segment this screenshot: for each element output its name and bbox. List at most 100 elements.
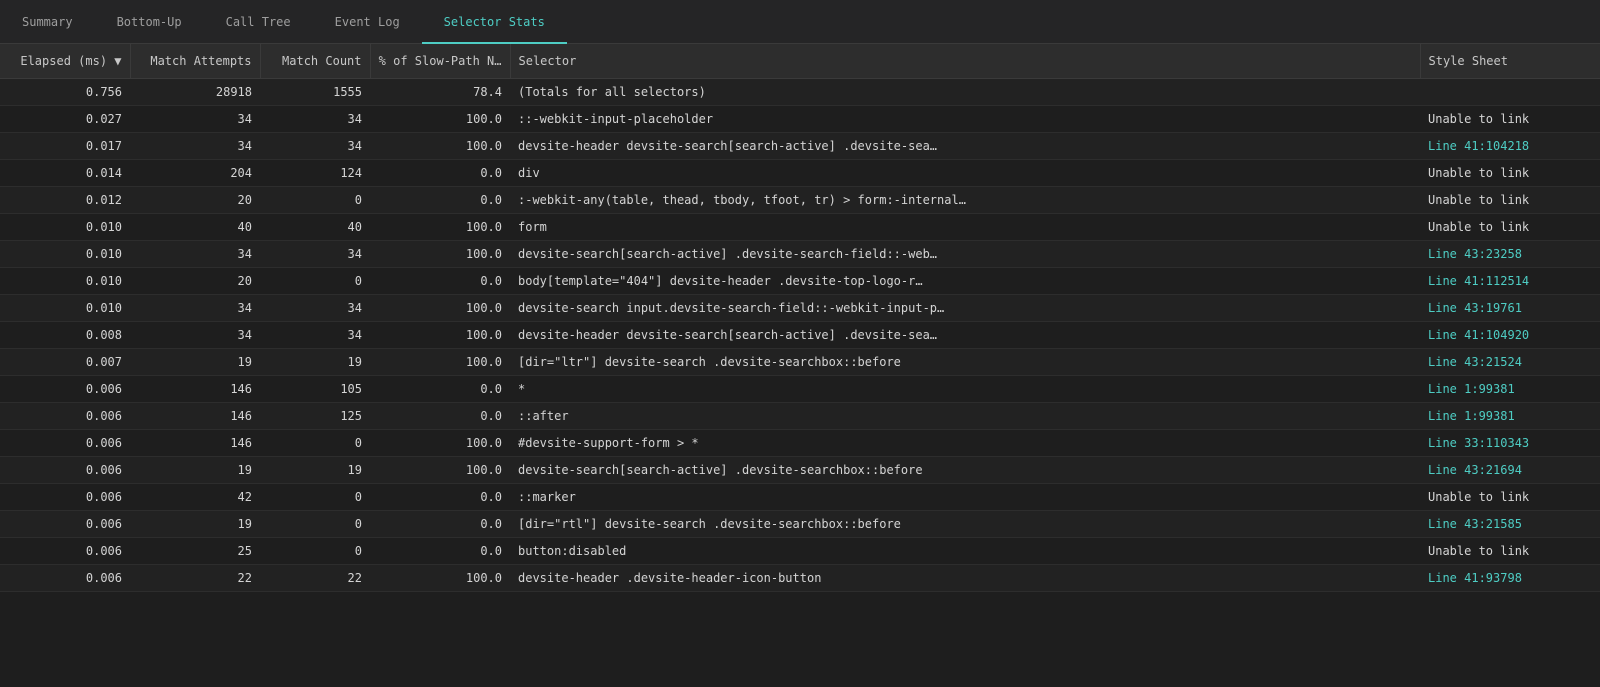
cell-col-slowpath: 100.0 [370,133,510,160]
cell-col-selector: body[template="404"] devsite-header .dev… [510,268,1420,295]
tab-event-log[interactable]: Event Log [313,1,422,44]
cell-col-slowpath: 100.0 [370,430,510,457]
cell-col-count: 0 [260,187,370,214]
tab-bottom-up[interactable]: Bottom-Up [95,1,204,44]
cell-col-attempts: 20 [130,268,260,295]
cell-stylesheet[interactable]: Line 1:99381 [1420,403,1600,430]
table-container: Elapsed (ms) ▼Match AttemptsMatch Count%… [0,44,1600,687]
cell-col-selector: devsite-header devsite-search[search-act… [510,133,1420,160]
table-row: 0.0061900.0[dir="rtl"] devsite-search .d… [0,511,1600,538]
tab-call-tree[interactable]: Call Tree [204,1,313,44]
cell-col-count: 34 [260,133,370,160]
cell-col-slowpath: 100.0 [370,295,510,322]
col-header-stylesheet[interactable]: Style Sheet [1420,44,1600,79]
cell-col-selector: ::after [510,403,1420,430]
cell-stylesheet[interactable]: Line 43:19761 [1420,295,1600,322]
cell-col-selector: ::marker [510,484,1420,511]
cell-stylesheet[interactable]: Line 41:104218 [1420,133,1600,160]
cell-stylesheet: Unable to link [1420,160,1600,187]
cell-col-count: 34 [260,295,370,322]
col-header-count[interactable]: Match Count [260,44,370,79]
cell-col-count: 40 [260,214,370,241]
cell-col-elapsed: 0.006 [0,457,130,484]
cell-col-elapsed: 0.006 [0,484,130,511]
cell-col-attempts: 146 [130,403,260,430]
table-row: 0.0064200.0::markerUnable to link [0,484,1600,511]
cell-col-count: 34 [260,322,370,349]
cell-col-count: 34 [260,106,370,133]
cell-col-elapsed: 0.007 [0,349,130,376]
table-row: 0.0061461050.0*Line 1:99381 [0,376,1600,403]
cell-col-elapsed: 0.010 [0,214,130,241]
table-row: 0.75628918155578.4(Totals for all select… [0,79,1600,106]
cell-col-attempts: 34 [130,106,260,133]
cell-col-elapsed: 0.006 [0,538,130,565]
selector-stats-table: Elapsed (ms) ▼Match AttemptsMatch Count%… [0,44,1600,592]
cell-col-selector: devsite-search input.devsite-search-fiel… [510,295,1420,322]
cell-stylesheet: Unable to link [1420,484,1600,511]
cell-col-selector: [dir="rtl"] devsite-search .devsite-sear… [510,511,1420,538]
col-header-slowpath[interactable]: % of Slow-Path N… [370,44,510,79]
cell-col-attempts: 34 [130,133,260,160]
cell-col-selector: devsite-search[search-active] .devsite-s… [510,457,1420,484]
table-body: 0.75628918155578.4(Totals for all select… [0,79,1600,592]
cell-col-attempts: 28918 [130,79,260,106]
cell-col-elapsed: 0.012 [0,187,130,214]
tab-selector-stats[interactable]: Selector Stats [422,1,567,44]
cell-col-slowpath: 0.0 [370,538,510,565]
cell-col-slowpath: 0.0 [370,484,510,511]
cell-col-slowpath: 100.0 [370,106,510,133]
table-row: 0.0083434100.0devsite-header devsite-sea… [0,322,1600,349]
cell-col-count: 34 [260,241,370,268]
cell-stylesheet[interactable]: Line 1:99381 [1420,376,1600,403]
cell-stylesheet[interactable]: Line 41:104920 [1420,322,1600,349]
cell-stylesheet[interactable]: Line 33:110343 [1420,430,1600,457]
cell-stylesheet[interactable]: Line 43:21524 [1420,349,1600,376]
cell-col-count: 124 [260,160,370,187]
cell-col-slowpath: 0.0 [370,403,510,430]
col-header-elapsed[interactable]: Elapsed (ms) ▼ [0,44,130,79]
cell-col-selector: (Totals for all selectors) [510,79,1420,106]
tab-summary[interactable]: Summary [0,1,95,44]
cell-col-count: 1555 [260,79,370,106]
cell-col-attempts: 25 [130,538,260,565]
cell-col-elapsed: 0.006 [0,376,130,403]
cell-col-count: 0 [260,511,370,538]
cell-col-count: 0 [260,484,370,511]
cell-col-slowpath: 0.0 [370,160,510,187]
table-row: 0.0103434100.0devsite-search input.devsi… [0,295,1600,322]
cell-stylesheet[interactable]: Line 43:23258 [1420,241,1600,268]
cell-col-slowpath: 78.4 [370,79,510,106]
cell-stylesheet[interactable]: Line 43:21694 [1420,457,1600,484]
table-row: 0.0061461250.0::afterLine 1:99381 [0,403,1600,430]
col-header-attempts[interactable]: Match Attempts [130,44,260,79]
table-row: 0.0273434100.0::-webkit-input-placeholde… [0,106,1600,133]
table-row: 0.0173434100.0devsite-header devsite-sea… [0,133,1600,160]
cell-col-attempts: 34 [130,322,260,349]
cell-col-count: 105 [260,376,370,403]
cell-col-elapsed: 0.006 [0,430,130,457]
cell-col-selector: devsite-search[search-active] .devsite-s… [510,241,1420,268]
cell-col-attempts: 40 [130,214,260,241]
cell-col-slowpath: 100.0 [370,457,510,484]
cell-stylesheet: Unable to link [1420,187,1600,214]
cell-stylesheet: Unable to link [1420,214,1600,241]
cell-stylesheet[interactable]: Line 43:21585 [1420,511,1600,538]
table-row: 0.0061460100.0#devsite-support-form > *L… [0,430,1600,457]
cell-col-elapsed: 0.006 [0,511,130,538]
table-row: 0.0103434100.0devsite-search[search-acti… [0,241,1600,268]
cell-col-elapsed: 0.006 [0,565,130,592]
col-header-selector[interactable]: Selector [510,44,1420,79]
cell-col-elapsed: 0.008 [0,322,130,349]
cell-col-selector: :-webkit-any(table, thead, tbody, tfoot,… [510,187,1420,214]
cell-stylesheet[interactable]: Line 41:93798 [1420,565,1600,592]
cell-col-elapsed: 0.010 [0,241,130,268]
cell-col-slowpath: 100.0 [370,241,510,268]
cell-stylesheet[interactable]: Line 41:112514 [1420,268,1600,295]
cell-col-selector: button:disabled [510,538,1420,565]
cell-col-count: 125 [260,403,370,430]
cell-col-selector: ::-webkit-input-placeholder [510,106,1420,133]
cell-col-slowpath: 0.0 [370,187,510,214]
cell-col-selector: div [510,160,1420,187]
cell-col-elapsed: 0.017 [0,133,130,160]
